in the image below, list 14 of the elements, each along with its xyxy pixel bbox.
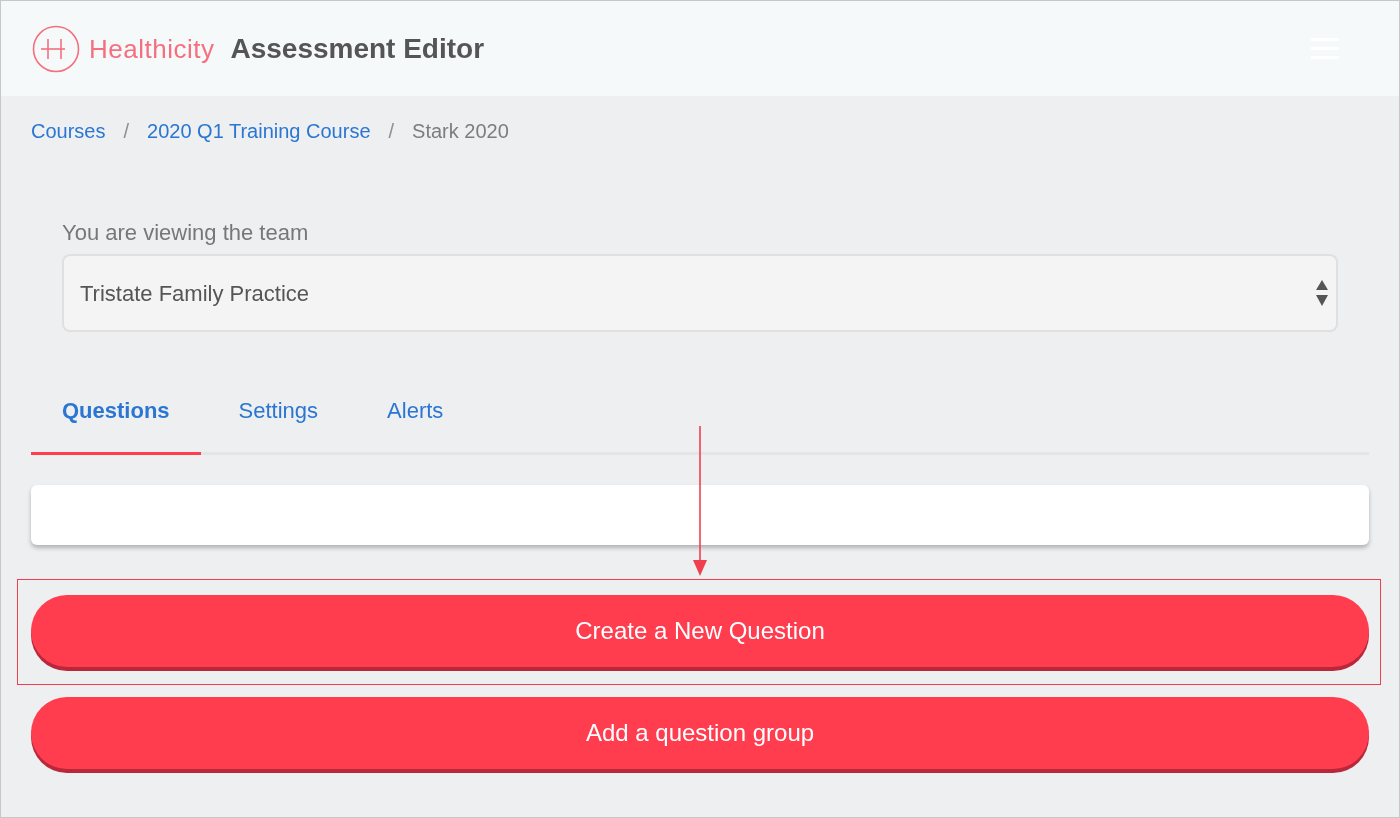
breadcrumb-separator: /	[123, 119, 130, 144]
tab[interactable]: Questions	[31, 377, 201, 455]
tab[interactable]: Settings	[207, 377, 350, 455]
team-select[interactable]: Tristate Family Practice	[62, 254, 1338, 332]
up-down-arrows-icon	[1316, 280, 1328, 306]
breadcrumb-link[interactable]: Courses	[31, 117, 106, 145]
brand-name: Healthicity	[89, 35, 215, 62]
breadcrumb-link[interactable]: 2020 Q1 Training Course	[147, 117, 371, 145]
breadcrumb-current: Stark 2020	[412, 119, 509, 144]
tab[interactable]: Alerts	[356, 377, 475, 455]
breadcrumb-separator: /	[388, 119, 395, 144]
logo-icon	[32, 24, 80, 73]
team-select-label: You are viewing the team	[62, 219, 309, 247]
page-title: Assessment Editor	[230, 34, 485, 63]
